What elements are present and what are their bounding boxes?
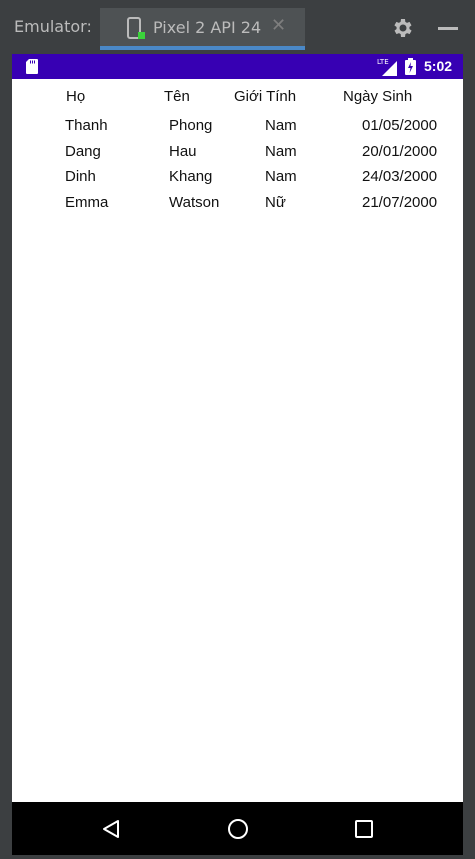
network-label: LTE: [377, 58, 389, 66]
cell-gioi-tinh: Nữ: [265, 194, 286, 211]
device-tab[interactable]: Pixel 2 API 24 ✕: [100, 8, 305, 50]
recents-icon[interactable]: [355, 820, 373, 838]
active-tab-indicator: [100, 46, 305, 50]
back-icon[interactable]: [101, 819, 121, 839]
cell-ngay-sinh: 20/01/2000: [362, 143, 438, 160]
cell-gioi-tinh: Nam: [265, 168, 297, 185]
sd-card-icon: [26, 59, 38, 74]
status-time: 5:02: [424, 58, 453, 74]
status-bar: LTE 5:02: [12, 54, 463, 79]
lte-signal-icon: LTE: [377, 58, 397, 76]
battery-charging-icon: [405, 58, 416, 75]
close-icon[interactable]: ✕: [271, 17, 287, 35]
minimize-icon[interactable]: [438, 27, 458, 30]
navigation-bar: [12, 802, 463, 855]
cell-ngay-sinh: 21/07/2000: [362, 194, 438, 211]
cell-gioi-tinh: Nam: [265, 117, 297, 134]
cell-ho: Emma: [65, 194, 109, 211]
cell-ngay-sinh: 01/05/2000: [362, 117, 438, 134]
emulator-toolbar: Emulator: Pixel 2 API 24 ✕: [0, 0, 475, 50]
home-icon[interactable]: [227, 818, 249, 840]
cell-ho: Thanh: [65, 117, 108, 134]
emulator-label: Emulator:: [14, 17, 92, 36]
app-content: Họ Tên Giới Tính Ngày Sinh Thanh Phong N…: [12, 79, 463, 802]
header-ho: Họ: [66, 88, 86, 105]
header-ten: Tên: [164, 88, 190, 105]
cell-ten: Khang: [169, 168, 213, 185]
cell-ten: Watson: [169, 194, 220, 211]
cell-gioi-tinh: Nam: [265, 143, 297, 160]
cell-ngay-sinh: 24/03/2000: [362, 168, 438, 185]
header-gioi-tinh: Giới Tính: [234, 88, 297, 105]
header-ngay-sinh: Ngày Sinh: [343, 88, 413, 105]
device-screen: LTE 5:02 Họ Tên Giới Tính Ngày Sinh Than…: [12, 54, 463, 855]
device-tab-title: Pixel 2 API 24: [153, 18, 262, 37]
gear-icon[interactable]: [390, 16, 414, 40]
device-icon: [127, 17, 145, 39]
cell-ho: Dang: [65, 143, 101, 160]
cell-ten: Phong: [169, 117, 213, 134]
cell-ten: Hau: [169, 143, 197, 160]
cell-ho: Dinh: [65, 168, 96, 185]
